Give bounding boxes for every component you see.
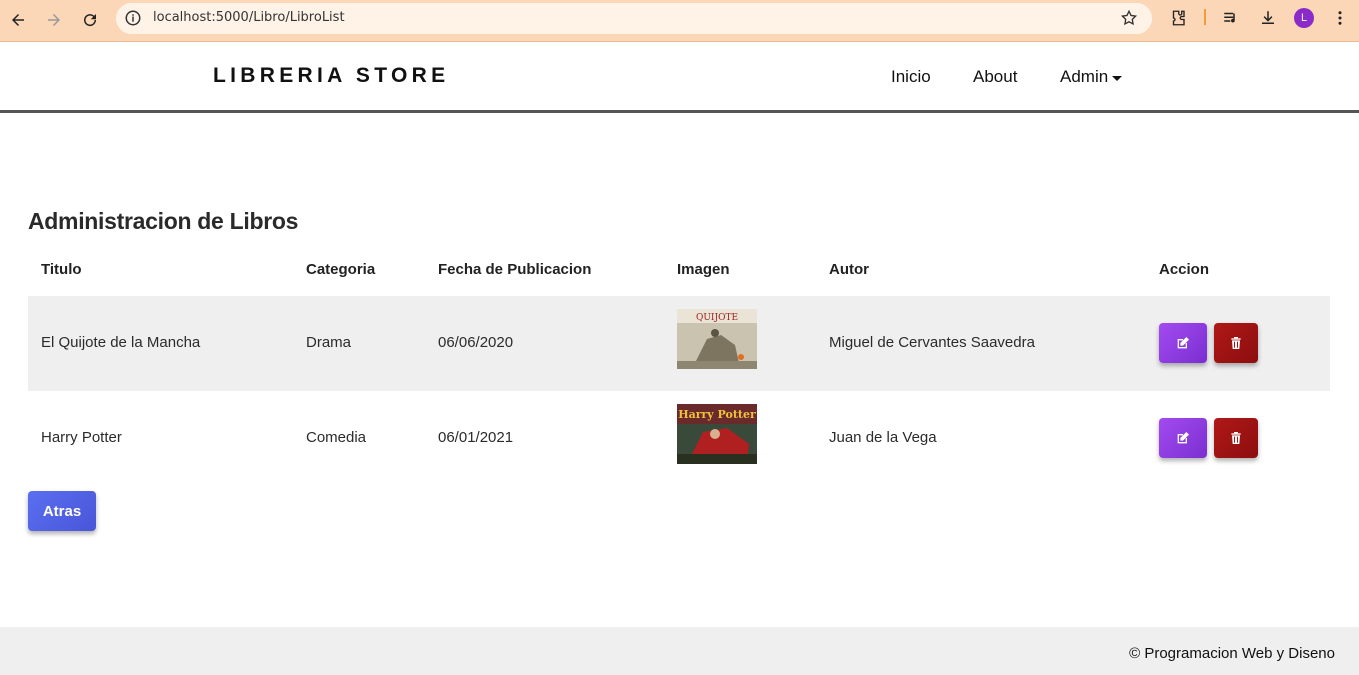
svg-text:QUIJOTE: QUIJOTE	[696, 313, 738, 323]
cell-categoria: Comedia	[306, 429, 367, 446]
extensions-icon[interactable]	[1167, 7, 1189, 29]
profile-avatar[interactable]: L	[1294, 8, 1314, 28]
column-header-accion: Accion	[1159, 261, 1210, 278]
edit-button[interactable]	[1159, 418, 1207, 458]
site-info-icon[interactable]	[124, 9, 142, 27]
edit-button[interactable]	[1159, 323, 1207, 363]
nav-admin-label: Admin	[1060, 67, 1109, 86]
column-header-autor: Autor	[829, 261, 869, 278]
caret-down-icon	[1112, 75, 1123, 81]
more-vert-icon[interactable]	[1329, 7, 1351, 29]
column-header-imagen: Imagen	[677, 261, 730, 278]
toolbar-separator	[1204, 9, 1206, 25]
nav-admin-dropdown[interactable]: Admin	[1060, 67, 1123, 87]
reload-icon[interactable]	[76, 6, 104, 34]
brand-logo[interactable]: LIBRERIA STORE	[213, 64, 449, 88]
table-row: Harry Potter Comedia 06/01/2021 Harry Po…	[28, 391, 1330, 486]
site-header: LIBRERIA STORE Inicio About Admin	[0, 42, 1359, 113]
media-queue-icon[interactable]	[1220, 7, 1242, 29]
svg-text:Harry Potter: Harry Potter	[678, 408, 756, 421]
edit-icon	[1177, 432, 1189, 444]
url-text[interactable]: localhost:5000/Libro/LibroList	[153, 10, 345, 25]
page-title: Administracion de Libros	[28, 208, 299, 234]
trash-icon	[1231, 337, 1241, 349]
column-header-fecha: Fecha de Publicacion	[438, 261, 592, 278]
back-button[interactable]: Atras	[28, 491, 96, 531]
table-row: El Quijote de la Mancha Drama 06/06/2020…	[28, 296, 1330, 391]
delete-button[interactable]	[1214, 323, 1258, 363]
cell-categoria: Drama	[306, 334, 352, 351]
cell-fecha: 06/01/2021	[438, 429, 514, 446]
edit-icon	[1177, 337, 1189, 349]
download-icon[interactable]	[1257, 7, 1279, 29]
delete-button[interactable]	[1214, 418, 1258, 458]
forward-arrow-icon[interactable]	[40, 6, 68, 34]
trash-icon	[1231, 432, 1241, 444]
quijote-cover-image: QUIJOTE	[677, 309, 757, 369]
cell-fecha: 06/06/2020	[438, 334, 514, 351]
browser-toolbar: localhost:5000/Libro/LibroList L	[0, 0, 1359, 42]
nav-about[interactable]: About	[973, 67, 1017, 87]
nav-inicio[interactable]: Inicio	[891, 67, 931, 87]
cell-titulo: Harry Potter	[41, 429, 122, 446]
cell-autor: Juan de la Vega	[829, 429, 937, 446]
cell-titulo: El Quijote de la Mancha	[41, 334, 201, 351]
address-bar[interactable]: localhost:5000/Libro/LibroList	[116, 3, 1152, 34]
footer-copyright: © Programacion Web y Diseno	[1129, 645, 1335, 662]
footer: © Programacion Web y Diseno	[0, 627, 1359, 675]
cell-autor: Miguel de Cervantes Saavedra	[829, 334, 1035, 351]
back-arrow-icon[interactable]	[4, 6, 32, 34]
column-header-categoria: Categoria	[306, 261, 376, 278]
column-header-titulo: Titulo	[41, 261, 82, 278]
books-table: Titulo Categoria Fecha de Publicacion Im…	[28, 249, 1330, 486]
bookmark-star-icon[interactable]	[1120, 9, 1138, 27]
table-header: Titulo Categoria Fecha de Publicacion Im…	[28, 249, 1330, 296]
harry-potter-cover-image: Harry Potter	[677, 404, 757, 464]
